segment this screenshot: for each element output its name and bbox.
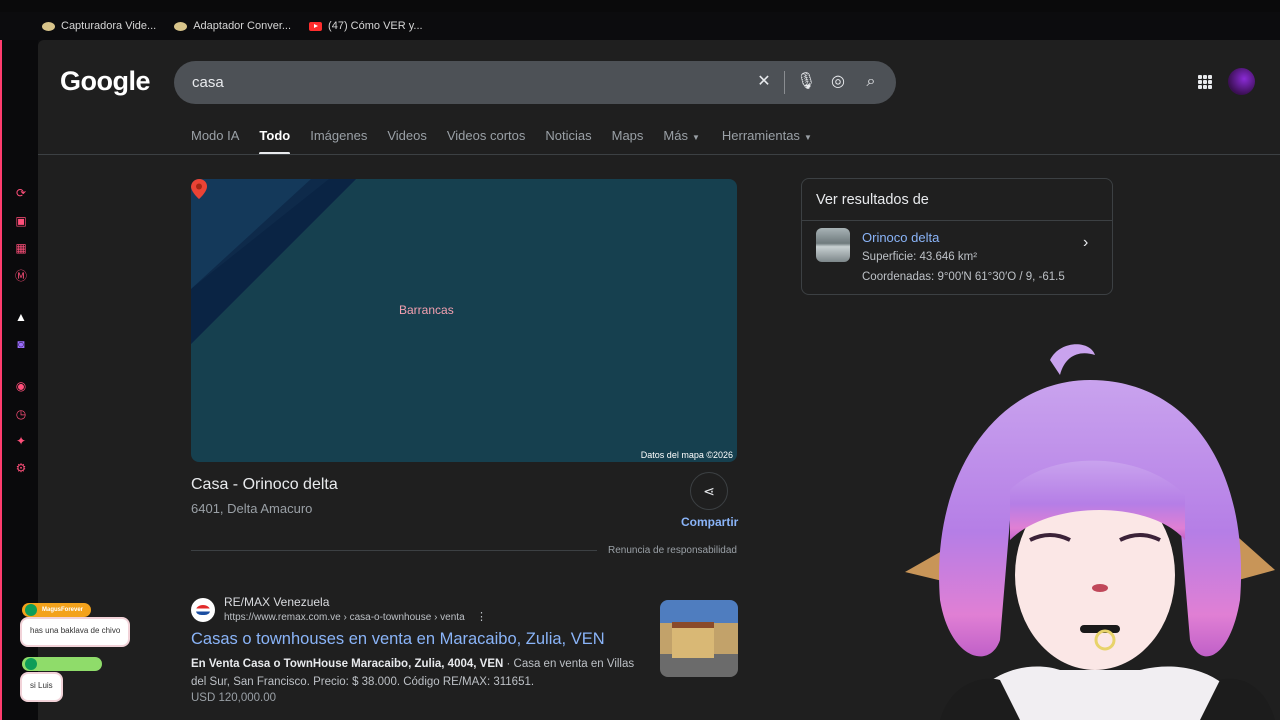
youtube-icon: [309, 21, 323, 31]
bookmark-item[interactable]: Adaptador Conver...: [174, 20, 291, 32]
share-button[interactable]: ⋖: [690, 472, 728, 510]
snippet-bold: En Venta Casa o TownHouse Maracaibo, Zul…: [191, 658, 504, 670]
arc-icon[interactable]: ▲: [14, 310, 28, 324]
place-title: Casa - Orinoco delta: [191, 476, 338, 493]
tab-todo[interactable]: Todo: [259, 128, 291, 155]
tab-imagenes[interactable]: Imágenes: [310, 128, 367, 154]
tab-label: Maps: [611, 128, 644, 143]
apps-grid-icon[interactable]: [1198, 75, 1212, 89]
kcard-coordinates: Coordenadas: 9°00′N 61°30′O / 9, -61.5: [862, 271, 1065, 283]
twitch-icon[interactable]: ◙: [14, 337, 28, 351]
user-badge-icon: [25, 658, 37, 670]
microphone-icon[interactable]: 🎙: [796, 73, 816, 91]
tab-modo-ia[interactable]: Modo IA: [191, 128, 239, 154]
bookmark-icon: [42, 21, 55, 31]
tab-noticias[interactable]: Noticias: [545, 128, 591, 154]
place-address: 6401, Delta Amacuro: [191, 501, 313, 516]
m-icon[interactable]: Ⓜ: [14, 269, 28, 283]
gear-icon[interactable]: ⚙: [14, 461, 28, 475]
section-divider: [191, 550, 597, 551]
result-site-name[interactable]: RE/MAX Venezuela: [224, 595, 329, 609]
bookmark-icon: [174, 21, 188, 31]
search-box[interactable]: casa ✕ 🎙 ◎ ⌕: [174, 61, 896, 104]
disclaimer-link[interactable]: Renuncia de responsabilidad: [608, 545, 737, 556]
result-url[interactable]: https://www.remax.com.ve › casa-o-townho…: [224, 612, 465, 623]
browser-tabstrip: [0, 0, 1280, 12]
tab-maps[interactable]: Maps: [612, 128, 644, 154]
bookmark-label: Adaptador Conver...: [193, 20, 292, 32]
user-badge-icon: [25, 604, 37, 616]
play-circle-icon[interactable]: ◉: [14, 379, 28, 393]
tabs-divider: [38, 154, 1280, 155]
bookmark-item[interactable]: (47) Cómo VER y...: [309, 20, 423, 32]
bookmark-item[interactable]: Capturadora Vide...: [42, 20, 156, 32]
remax-favicon: [191, 598, 215, 622]
bookmarks-bar: Capturadora Vide... Adaptador Conver... …: [0, 12, 1280, 40]
search-icon[interactable]: ⌕: [862, 73, 880, 91]
tab-label: Imágenes: [310, 128, 368, 143]
bookmark-label: Capturadora Vide...: [61, 20, 157, 32]
search-tabs: Modo IA Todo Imágenes Videos Videos cort…: [191, 128, 812, 155]
knowledge-card: Ver resultados de Orinoco delta Superfic…: [801, 178, 1113, 295]
bookmark-label: (47) Cómo VER y...: [328, 20, 423, 32]
map-pin-icon[interactable]: [191, 179, 207, 199]
kcard-area: Superficie: 43.646 km²: [862, 251, 978, 263]
lens-icon[interactable]: ◎: [829, 73, 847, 91]
chat-username-badge: MagusForever: [22, 603, 92, 617]
puzzle-icon[interactable]: ✦: [14, 434, 28, 448]
chat-message: has una baklava de chivo: [22, 619, 129, 645]
clock-icon[interactable]: ◷: [14, 407, 28, 421]
caret-down-icon: ▼: [691, 133, 700, 142]
tab-mas[interactable]: Más ▼: [663, 128, 699, 154]
kcard-thumbnail[interactable]: [816, 228, 850, 262]
grid-icon[interactable]: ▦: [14, 241, 28, 255]
tab-herramientas[interactable]: Herramientas ▼: [722, 128, 812, 154]
chat-message: si Luis: [22, 674, 61, 700]
result-thumbnail[interactable]: [660, 600, 738, 677]
tab-videos[interactable]: Videos: [387, 128, 427, 154]
side-rail: ⟳ ▣ ▦ Ⓜ ▲ ◙ ◉ ◷ ✦ ⚙: [0, 40, 38, 720]
result-snippet: En Venta Casa o TownHouse Maracaibo, Zul…: [191, 655, 651, 691]
search-divider: [784, 71, 785, 94]
tab-label: Herramientas: [721, 128, 800, 143]
cart-icon[interactable]: ▣: [14, 214, 28, 228]
result-price: USD 120,000.00: [191, 692, 277, 704]
tab-label: Modo IA: [191, 128, 240, 143]
kcard-divider: [802, 220, 1112, 221]
result-title-link[interactable]: Casas o townhouses en venta en Maracaibo…: [191, 630, 605, 649]
kcard-heading: Ver resultados de: [816, 192, 929, 208]
chat-username: MagusForever: [42, 607, 84, 613]
tab-label: Noticias: [545, 128, 592, 143]
tab-label: Todo: [259, 128, 291, 143]
clear-icon[interactable]: ✕: [755, 73, 773, 91]
tab-label: Videos: [387, 128, 427, 143]
map-place-label: Barrancas: [399, 303, 454, 317]
caret-down-icon: ▼: [803, 133, 812, 142]
tab-label: Videos cortos: [446, 128, 526, 143]
vtuber-avatar: [905, 344, 1275, 720]
map-attribution[interactable]: Datos del mapa ©2026: [641, 450, 733, 460]
map-panel[interactable]: Barrancas Datos del mapa ©2026: [191, 179, 737, 462]
kcard-entity-link[interactable]: Orinoco delta: [862, 230, 939, 245]
google-logo[interactable]: Google: [60, 66, 151, 97]
screen: Capturadora Vide... Adaptador Conver... …: [0, 0, 1280, 720]
tab-label: Más: [663, 128, 688, 143]
search-input[interactable]: casa: [192, 74, 224, 91]
share-icon: ⋖: [703, 483, 715, 499]
refresh-icon[interactable]: ⟳: [14, 186, 28, 200]
share-label[interactable]: Compartir: [681, 515, 738, 529]
chevron-right-icon[interactable]: ›: [1083, 234, 1088, 252]
more-options-icon[interactable]: ⋮: [476, 610, 487, 623]
chat-username-badge: [22, 657, 102, 671]
map-graphic: [191, 179, 356, 344]
tab-videos-cortos[interactable]: Videos cortos: [447, 128, 526, 154]
account-avatar[interactable]: [1228, 68, 1255, 95]
